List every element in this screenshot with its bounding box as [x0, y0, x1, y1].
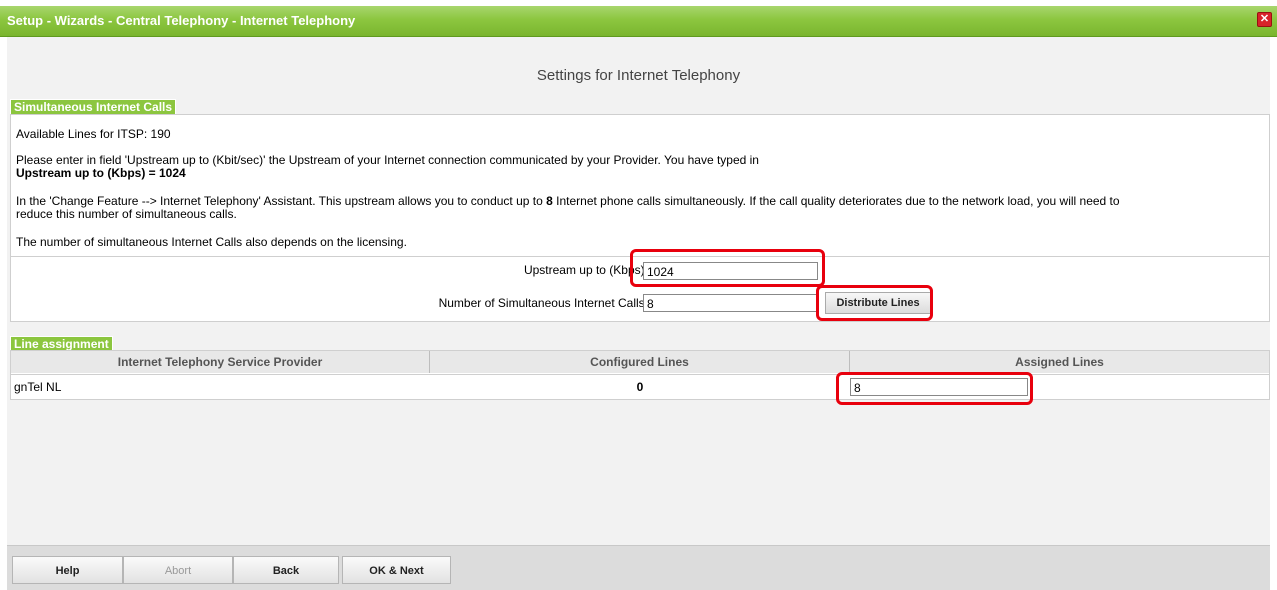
info-paragraph-2-bold: 8	[546, 194, 553, 208]
provider-cell: gnTel NL	[14, 380, 62, 394]
info-paragraph-3: The number of simultaneous Internet Call…	[16, 235, 407, 249]
page-title: Settings for Internet Telephony	[536, 67, 741, 84]
help-button[interactable]: Help	[12, 556, 123, 584]
window-title: Setup - Wizards - Central Telephony - In…	[7, 13, 356, 28]
table-row: gnTel NL 0 8	[11, 374, 1269, 400]
line-assignment-table: Internet Telephony Service Provider Conf…	[10, 350, 1270, 400]
info-paragraph-1: Please enter in field 'Upstream up to (K…	[16, 153, 759, 167]
info-paragraph-1-bold: Upstream up to (Kbps) = 1024	[16, 166, 186, 180]
info-paragraph-2-a: In the 'Change Feature --> Internet Tele…	[16, 194, 547, 208]
close-icon[interactable]: ✕	[1257, 12, 1272, 27]
column-header-configured: Configured Lines	[430, 351, 850, 373]
ok-next-button[interactable]: OK & Next	[342, 556, 451, 584]
wizard-footer: Help Abort Back OK & Next	[7, 545, 1270, 590]
table-header: Internet Telephony Service Provider Conf…	[11, 351, 1269, 373]
simultaneous-calls-label: Number of Simultaneous Internet Calls:	[438, 296, 648, 310]
highlight-upstream	[630, 249, 825, 287]
info-paragraph-2-b: Internet phone calls simultaneously. If …	[552, 194, 1120, 208]
simultaneous-info-panel: Available Lines for ITSP: 190 Please ent…	[10, 114, 1270, 258]
simultaneous-calls-input[interactable]: 8	[643, 294, 818, 312]
back-button[interactable]: Back	[233, 556, 339, 584]
column-header-assigned: Assigned Lines	[1015, 355, 1104, 369]
abort-button[interactable]: Abort	[123, 556, 233, 584]
info-paragraph-2-c: reduce this number of simultaneous calls…	[16, 207, 237, 221]
configured-lines-cell: 0	[636, 380, 644, 394]
section-label-simultaneous: Simultaneous Internet Calls	[10, 99, 177, 115]
highlight-distribute	[816, 285, 933, 321]
available-lines-text: Available Lines for ITSP: 190	[16, 127, 171, 141]
highlight-assigned	[836, 372, 1033, 405]
info-paragraph-2: In the 'Change Feature --> Internet Tele…	[16, 194, 1261, 208]
column-header-provider: Internet Telephony Service Provider	[11, 351, 430, 373]
content-area: Settings for Internet Telephony Simultan…	[7, 37, 1270, 545]
window-titlebar: Setup - Wizards - Central Telephony - In…	[0, 6, 1277, 37]
